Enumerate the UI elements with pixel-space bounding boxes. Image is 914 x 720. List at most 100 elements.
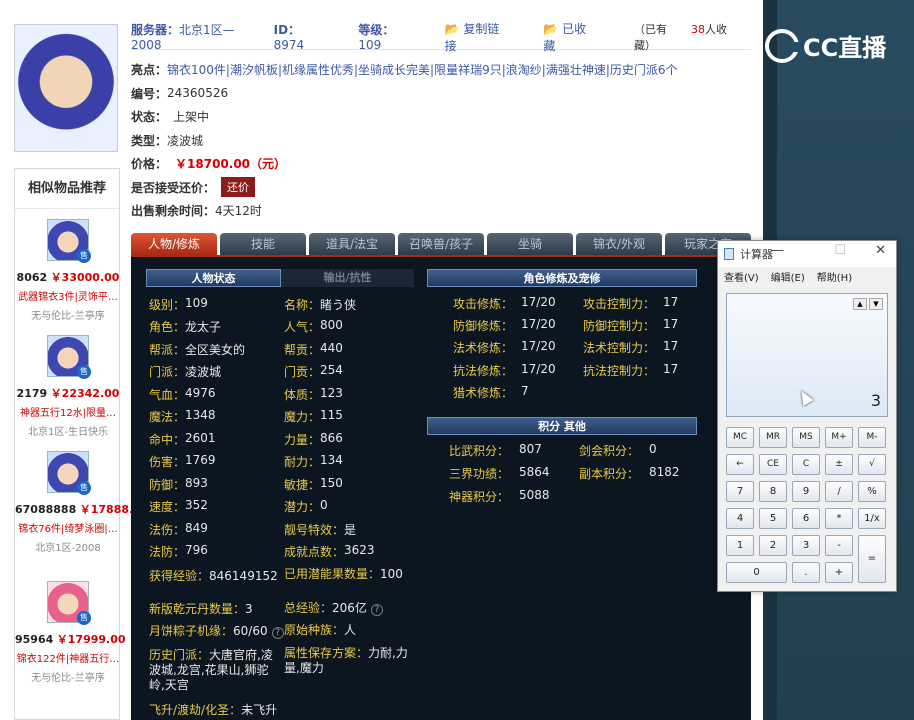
calculator-key[interactable]: + (825, 562, 853, 583)
calculator-key[interactable]: √ (858, 454, 886, 475)
cultivation-label: 攻击修炼： (453, 296, 514, 311)
calculator-icon (724, 248, 734, 260)
calculator-key[interactable]: M+ (825, 427, 853, 448)
calculator-key[interactable]: 3 (792, 535, 820, 556)
stat-value: 440 (320, 340, 343, 355)
help-icon[interactable]: ? (271, 627, 284, 640)
stat-row: 气血： 4976 体质： 123 (149, 383, 419, 406)
points-label: 剑会积分： (579, 444, 640, 458)
cultivation-label: 防御控制力： (583, 318, 656, 333)
tab-item[interactable]: 技能 (220, 233, 306, 255)
calculator-key[interactable]: 5 (759, 508, 787, 529)
calculator-key[interactable]: MS (792, 427, 820, 448)
collected-button[interactable]: 📂 已收藏 (543, 20, 596, 54)
recommend-item[interactable]: 售 2179 ￥22342.00 神器五行12水|限量… 北京1区-生日快乐 (15, 335, 121, 438)
calculator-window: 计算器 — ☐ ✕ 查看(V) 编辑(E) 帮助(H) ▲ ▼ 3 MC MR MS M+ M… (717, 240, 897, 592)
calculator-key[interactable]: MC (726, 427, 754, 448)
calculator-key[interactable]: / (825, 481, 853, 502)
stat-value: 3 (245, 601, 253, 616)
stat-value: 123 (320, 385, 343, 400)
calculator-key[interactable]: 0 (726, 562, 787, 583)
calculator-key[interactable]: 2 (759, 535, 787, 556)
calculator-key[interactable]: CE (759, 454, 787, 475)
detail-tabs: 人物/修炼 技能 道具/法宝 召唤兽/孩子 坐骑 锦衣/外观 玩家之家 (131, 233, 751, 255)
calculator-key[interactable]: 1 (726, 535, 754, 556)
bargain-button[interactable]: 还价 (221, 177, 256, 198)
scroll-down-icon[interactable]: ▼ (869, 298, 883, 310)
tab-item[interactable]: 人物/修炼 (131, 233, 217, 255)
calculator-key[interactable]: 8 (759, 481, 787, 502)
recommend-thumb[interactable]: 售 (47, 581, 91, 625)
calculator-key[interactable]: 9 (792, 481, 820, 502)
calculator-menu-item[interactable]: 帮助(H) (817, 269, 852, 284)
points-value: 8182 (649, 465, 680, 479)
stat-label: 命中： (149, 432, 186, 447)
stat-label: 历史门派： (149, 648, 210, 662)
calculator-key[interactable]: . (792, 562, 820, 583)
calculator-key[interactable]: * (825, 508, 853, 529)
recommend-id: 67088888 (15, 503, 77, 516)
recommend-price: ￥33000.00 (50, 271, 120, 284)
recommend-thumb[interactable]: 售 (47, 335, 91, 379)
close-icon[interactable]: ✕ (875, 243, 886, 258)
remaining-time: 4天12时 (215, 204, 262, 219)
maximize-icon[interactable]: ☐ (834, 243, 846, 258)
stat-value: 凌波城 (185, 365, 222, 380)
calculator-key[interactable]: MR (759, 427, 787, 448)
points-row: 比武积分： 807 剑会积分： 0 (449, 439, 729, 462)
cultivation-value: 17 (663, 361, 679, 376)
stat-row: 帮派： 全区美女的 帮贡： 440 (149, 338, 419, 361)
stat-row: 门派： 凌波城 门贡： 254 (149, 361, 419, 384)
cultivation-label: 抗法控制力： (583, 363, 656, 378)
stat-label: 门派： (149, 365, 186, 380)
recommend-item[interactable]: 售 95964 ￥17999.00 锦衣122件|神器五行… 无与伦比-兰亭序 (15, 581, 126, 684)
sell-badge-icon: 售 (77, 249, 91, 263)
scroll-up-icon[interactable]: ▲ (853, 298, 867, 310)
calculator-key[interactable]: 4 (726, 508, 754, 529)
recommend-tags[interactable]: 神器五行12水|限量… (15, 404, 121, 419)
tab-item[interactable]: 坐骑 (487, 233, 573, 255)
calculator-key[interactable]: 6 (792, 508, 820, 529)
highlights[interactable]: 锦衣100件|潮汐帆板|机缘属性优秀|坐骑成长完美|限量祥瑞9只|浪淘纱|满强壮… (167, 61, 677, 78)
stat-label: 帮贡： (284, 342, 321, 357)
subtab-output[interactable]: 输出/抗性 (281, 269, 414, 287)
subtab-status[interactable]: 人物状态 (146, 269, 281, 287)
stat-value: 134 (320, 453, 343, 468)
calculator-menu-item[interactable]: 编辑(E) (771, 269, 805, 284)
recommend-item[interactable]: 售 67088888 ￥17888.00 锦衣76件|绮梦泳圈|… 北京1区-2008 (15, 451, 149, 554)
points-table: 比武积分： 807 剑会积分： 0 三界功绩： 5864 副本积分： 8182 神器积分： 508… (449, 439, 729, 508)
minimize-icon[interactable]: — (771, 243, 784, 258)
stat-value: 849 (185, 520, 208, 535)
calculator-menu-item[interactable]: 查看(V) (724, 269, 759, 284)
calculator-key[interactable]: 7 (726, 481, 754, 502)
stat-label: 气血： (149, 387, 186, 402)
cultivation-value: 17 (663, 316, 679, 331)
recommend-tags[interactable]: 锦衣76件|绮梦泳圈|… (15, 520, 121, 535)
recommend-thumb[interactable]: 售 (47, 451, 91, 495)
stat-value: 人 (344, 623, 357, 638)
help-icon[interactable]: ? (370, 603, 383, 616)
recommend-thumb[interactable]: 售 (47, 219, 91, 263)
stat-label: 帮派： (149, 342, 186, 357)
calculator-key[interactable]: ← (726, 454, 754, 475)
calculator-key[interactable]: C (792, 454, 820, 475)
tab-item[interactable]: 道具/法宝 (309, 233, 395, 255)
calculator-key[interactable]: ± (825, 454, 853, 475)
points-label: 三界功绩： (449, 467, 510, 481)
calculator-key[interactable]: = (858, 535, 886, 583)
points-label: 比武积分： (449, 444, 510, 458)
calculator-key[interactable]: M- (858, 427, 886, 448)
calculator-key[interactable]: - (825, 535, 853, 556)
recommend-tags[interactable]: 武器锦衣3件|灵饰平… (15, 288, 121, 303)
tab-item[interactable]: 召唤兽/孩子 (398, 233, 484, 255)
copy-link-button[interactable]: 📂 复制链接 (445, 20, 506, 54)
points-row: 神器积分： 5088 (449, 485, 729, 508)
recommend-item[interactable]: 售 8062 ￥33000.00 武器锦衣3件|灵饰平… 无与伦比-兰亭序 (15, 219, 121, 322)
calculator-key[interactable]: 1/x (858, 508, 886, 529)
stat-value: 846149152 (209, 569, 278, 583)
recommend-tags[interactable]: 锦衣122件|神器五行… (15, 650, 121, 665)
calculator-key[interactable]: % (858, 481, 886, 502)
cultivation-label: 攻击控制力： (583, 296, 656, 311)
tab-item[interactable]: 锦衣/外观 (576, 233, 662, 255)
cc-logo-icon (765, 28, 801, 63)
